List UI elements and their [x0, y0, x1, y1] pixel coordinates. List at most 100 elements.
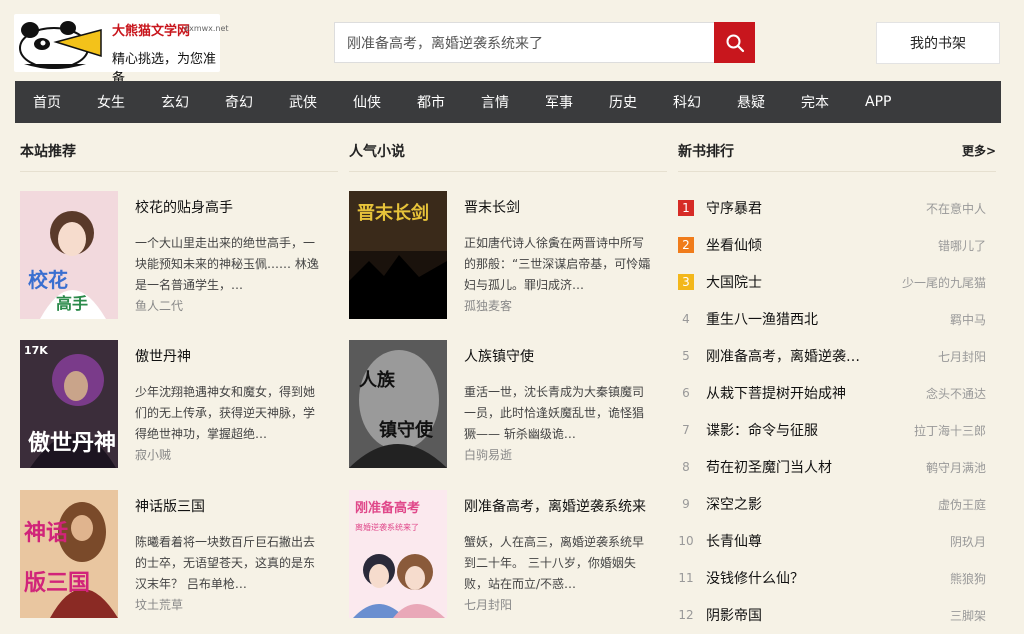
book-card[interactable]: 校花 高手 校花的贴身高手 一个大山里走出来的绝世高手，一块能预知未来的神秘玉佩… — [20, 191, 330, 321]
rank-book-title[interactable]: 苟在初圣魔门当人材 — [706, 457, 832, 477]
logo-title: 大熊猫文学网 — [112, 24, 191, 39]
book-author[interactable]: 孤独麦客 — [464, 297, 512, 314]
book-cover-image[interactable]: 刚准备高考 离婚逆袭系统来了 — [349, 490, 447, 618]
rank-book-author[interactable]: 不在意中人 — [926, 200, 986, 217]
nav-item[interactable]: 言情 — [481, 92, 509, 112]
book-author[interactable]: 白驹易逝 — [464, 446, 512, 463]
ranking-row[interactable]: 2 坐看仙倾 错哪儿了 — [678, 228, 986, 265]
nav-item[interactable]: 历史 — [609, 92, 637, 112]
book-description: 一个大山里走出来的绝世高手，一块能预知未来的神秘玉佩…… 林逸是一名普通学生，… — [135, 236, 319, 292]
ranking-row[interactable]: 8 苟在初圣魔门当人材 鹌守月满池 — [678, 450, 986, 487]
rank-book-title[interactable]: 从栽下菩提树开始成神 — [706, 383, 846, 403]
nav-item[interactable]: 军事 — [545, 92, 573, 112]
rank-book-author[interactable]: 念头不通达 — [926, 385, 986, 402]
book-title[interactable]: 刚准备高考，离婚逆袭系统来 — [464, 496, 646, 516]
ranking-row[interactable]: 1 守序暴君 不在意中人 — [678, 191, 986, 228]
rank-book-title[interactable]: 没钱修什么仙？ — [706, 568, 804, 588]
rank-book-author[interactable]: 少一尾的九尾猫 — [902, 274, 986, 291]
book-author[interactable]: 坟土荒草 — [135, 596, 183, 613]
rank-number: 8 — [682, 460, 690, 474]
recommend-section: 本站推荐 — [20, 130, 338, 172]
book-card[interactable]: 人族 镇守使 人族镇守使 重活一世，沈长青成为大秦镇魔司一员，此时恰逢妖魔乱世，… — [349, 340, 659, 470]
rank-book-title[interactable]: 阴影帝国 — [706, 605, 762, 625]
my-bookshelf-button[interactable]: 我的书架 — [876, 22, 1000, 64]
rank-number: 9 — [682, 497, 690, 511]
nav-item[interactable]: 首页 — [33, 92, 61, 112]
book-title[interactable]: 校花的贴身高手 — [135, 197, 233, 217]
book-card[interactable]: 17K 傲世丹神 傲世丹神 少年沈翔艳遇神女和魔女，得到她们的无上传承，获得逆天… — [20, 340, 330, 470]
svg-text:离婚逆袭系统来了: 离婚逆袭系统来了 — [355, 522, 419, 532]
rank-book-author[interactable]: 拉丁海十三郎 — [914, 422, 986, 439]
book-title[interactable]: 人族镇守使 — [464, 346, 534, 366]
ranking-row[interactable]: 3 大国院士 少一尾的九尾猫 — [678, 265, 986, 302]
book-cover-image[interactable]: 晋末长剑 — [349, 191, 447, 319]
book-title[interactable]: 神话版三国 — [135, 496, 205, 516]
book-cover-image[interactable]: 校花 高手 — [20, 191, 118, 319]
rank-book-title[interactable]: 坐看仙倾 — [706, 235, 762, 255]
ranking-heading: 新书排行 — [678, 143, 734, 160]
popular-section: 人气小说 — [349, 130, 667, 172]
rank-book-title[interactable]: 重生八一渔猎西北 — [706, 309, 818, 329]
book-cover-image[interactable]: 17K 傲世丹神 — [20, 340, 118, 468]
recommend-heading: 本站推荐 — [20, 143, 76, 160]
rank-book-author[interactable]: 羁中马 — [950, 311, 986, 328]
nav-item[interactable]: 科幻 — [673, 92, 701, 112]
ranking-row[interactable]: 9 深空之影 虚伪王庭 — [678, 487, 986, 524]
rank-book-title[interactable]: 守序暴君 — [706, 198, 762, 218]
nav-item[interactable]: 悬疑 — [737, 92, 765, 112]
ranking-row[interactable]: 12 阴影帝国 三脚架 — [678, 598, 986, 634]
book-title[interactable]: 晋末长剑 — [464, 197, 520, 217]
rank-number: 1 — [678, 200, 694, 216]
book-description: 少年沈翔艳遇神女和魔女，得到她们的无上传承，获得逆天神脉，学得绝世神功，掌握超绝… — [135, 385, 316, 441]
rank-book-author[interactable]: 错哪儿了 — [938, 237, 986, 254]
book-cover-image[interactable]: 人族 镇守使 — [349, 340, 447, 468]
book-card[interactable]: 刚准备高考 离婚逆袭系统来了 刚准备高考，离婚逆袭系统来 蟹妖，人在高三，离婚逆… — [349, 490, 659, 620]
nav-item[interactable]: APP — [865, 94, 891, 110]
book-card[interactable]: 神话 版三国 神话版三国 陈曦看着将一块数百斤巨石撇出去的士卒，无语望苍天，这真… — [20, 490, 330, 620]
ranking-section: 新书排行 更多> — [678, 130, 996, 172]
nav-item[interactable]: 玄幻 — [161, 92, 189, 112]
search-button[interactable] — [714, 22, 755, 63]
site-logo[interactable]: 大熊猫文学网 dxmwx.net 精心挑选，为您准备 — [14, 14, 229, 86]
recommend-header: 本站推荐 — [20, 130, 338, 172]
book-author[interactable]: 寂小贼 — [135, 446, 171, 463]
book-title[interactable]: 傲世丹神 — [135, 346, 191, 366]
rank-book-author[interactable]: 熊狼狗 — [950, 570, 986, 587]
ranking-row[interactable]: 5 刚准备高考，离婚逆袭… 七月封阳 — [678, 339, 986, 376]
popular-header: 人气小说 — [349, 130, 667, 172]
search-input[interactable] — [335, 23, 715, 62]
nav-item[interactable]: 奇幻 — [225, 92, 253, 112]
ranking-row[interactable]: 6 从栽下菩提树开始成神 念头不通达 — [678, 376, 986, 413]
ranking-row[interactable]: 10 长青仙尊 阴玖月 — [678, 524, 986, 561]
book-author[interactable]: 鱼人二代 — [135, 297, 183, 314]
more-link[interactable]: 更多> — [962, 142, 996, 159]
rank-book-author[interactable]: 鹌守月满池 — [926, 459, 986, 476]
nav-item[interactable]: 武侠 — [289, 92, 317, 112]
ranking-row[interactable]: 11 没钱修什么仙？ 熊狼狗 — [678, 561, 986, 598]
nav-item[interactable]: 仙侠 — [353, 92, 381, 112]
rank-book-title[interactable]: 深空之影 — [706, 494, 762, 514]
rank-book-title[interactable]: 刚准备高考，离婚逆袭… — [706, 346, 860, 366]
rank-book-author[interactable]: 虚伪王庭 — [938, 496, 986, 513]
svg-text:晋末长剑: 晋末长剑 — [357, 202, 429, 224]
nav-item[interactable]: 都市 — [417, 92, 445, 112]
main-nav: 首页 女生 玄幻 奇幻 武侠 仙侠 都市 言情 军事 历史 科幻 悬疑 完本 APP — [15, 81, 1001, 123]
book-card[interactable]: 晋末长剑 晋末长剑 正如唐代诗人徐夤在两晋诗中所写的那般：“三世深谋启帝基，可怜… — [349, 191, 659, 321]
rank-book-author[interactable]: 阴玖月 — [950, 533, 986, 550]
rank-book-author[interactable]: 七月封阳 — [938, 348, 986, 365]
book-cover-image[interactable]: 神话 版三国 — [20, 490, 118, 618]
ranking-row[interactable]: 4 重生八一渔猎西北 羁中马 — [678, 302, 986, 339]
rank-book-title[interactable]: 长青仙尊 — [706, 531, 762, 551]
panda-logo-icon — [19, 21, 102, 69]
rank-book-author[interactable]: 三脚架 — [950, 607, 986, 624]
book-description: 陈曦看着将一块数百斤巨石撇出去的士卒，无语望苍天，这真的是东汉末年？ 吕布单枪… — [135, 535, 316, 591]
book-author[interactable]: 七月封阳 — [464, 596, 512, 613]
rank-number: 7 — [682, 423, 690, 437]
nav-item[interactable]: 完本 — [801, 92, 829, 112]
rank-book-title[interactable]: 大国院士 — [706, 272, 762, 292]
rank-book-title[interactable]: 谍影：命令与征服 — [706, 420, 818, 440]
ranking-row[interactable]: 7 谍影：命令与征服 拉丁海十三郎 — [678, 413, 986, 450]
nav-item[interactable]: 女生 — [97, 92, 125, 112]
rank-number: 10 — [678, 534, 694, 548]
svg-text:17K: 17K — [24, 344, 48, 357]
